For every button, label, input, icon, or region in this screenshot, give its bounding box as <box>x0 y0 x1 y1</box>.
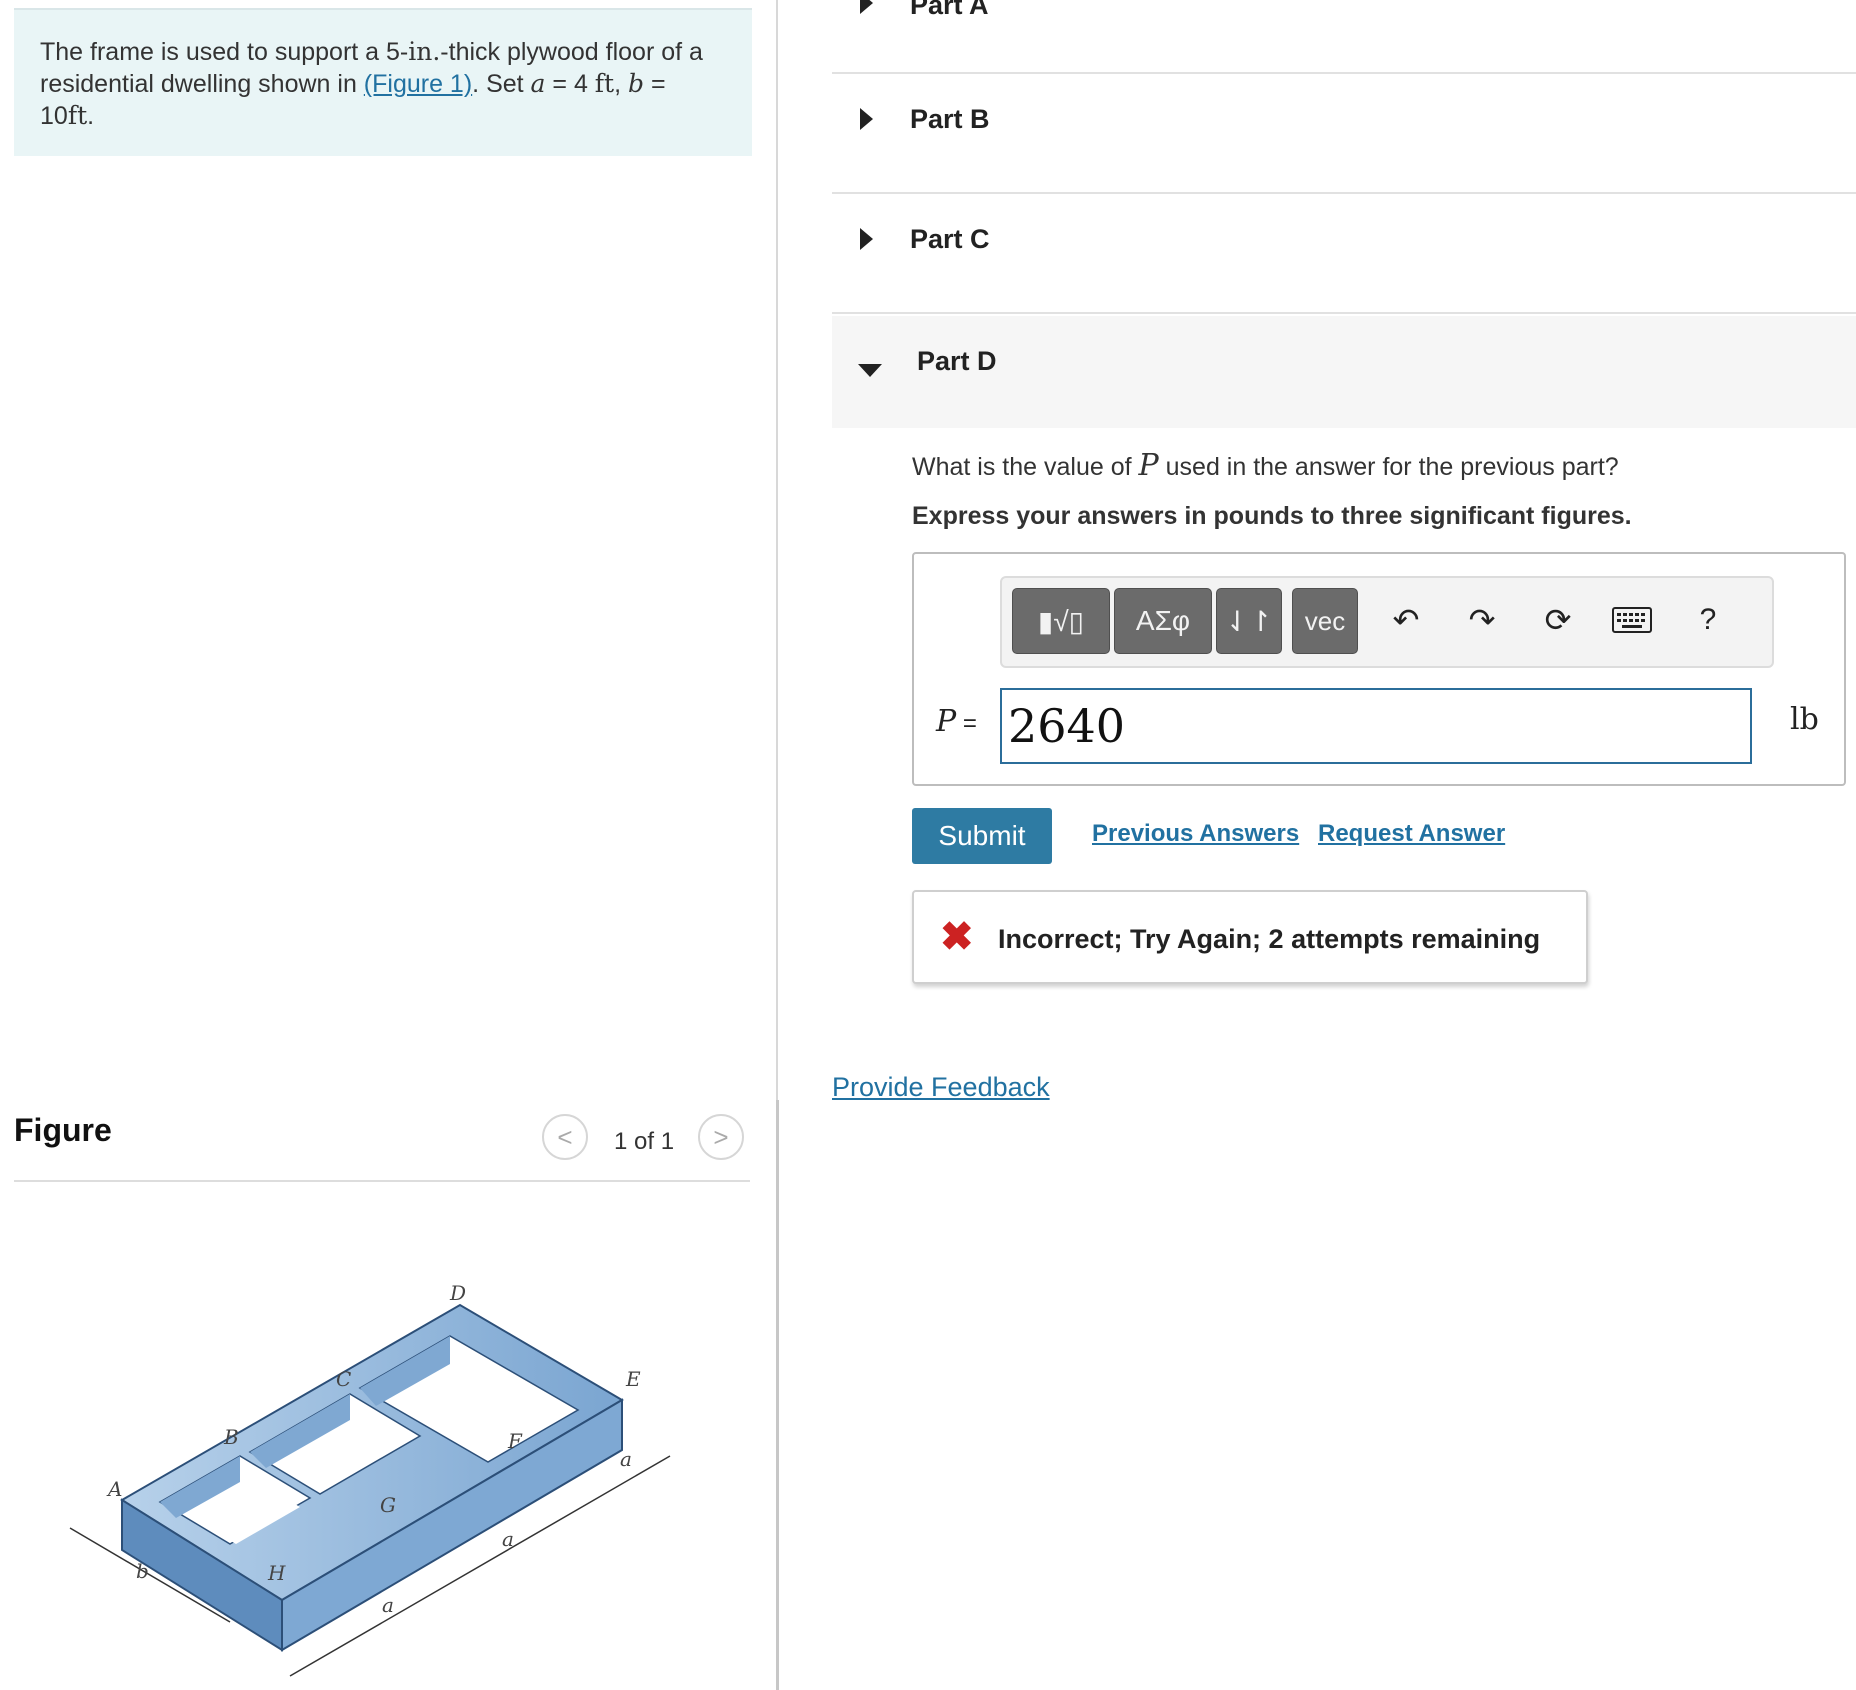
prev-figure-button[interactable]: < <box>542 1114 588 1160</box>
caret-down-icon <box>858 364 882 377</box>
chevron-right-icon: > <box>713 1121 729 1152</box>
vec-button[interactable]: vec <box>1292 588 1358 654</box>
label-dim-a: a <box>502 1527 514 1551</box>
templates-button[interactable]: ▮√▯ <box>1012 588 1110 654</box>
part-b-row[interactable]: Part B <box>832 74 1856 194</box>
panel-divider <box>776 1100 779 1690</box>
reset-icon[interactable]: ⟳ <box>1534 596 1582 644</box>
label-b-point: B <box>223 1425 239 1449</box>
question-part: used in the answer for the previous part… <box>1158 453 1619 481</box>
part-d-row[interactable]: Part D <box>832 316 1856 428</box>
next-figure-button[interactable]: > <box>698 1114 744 1160</box>
part-c-row[interactable]: Part C <box>832 194 1856 314</box>
figure-header: Figure < 1 of 1 > <box>14 1108 750 1182</box>
caret-right-icon <box>860 0 873 14</box>
equals-sign: = <box>956 710 977 737</box>
undo-icon[interactable]: ↶ <box>1382 596 1430 644</box>
part-d-label: Part D <box>917 346 997 376</box>
part-a-label: Part A <box>910 0 989 20</box>
feedback-message: ✖ Incorrect; Try Again; 2 attempts remai… <box>912 890 1588 984</box>
question-text: What is the value of P used in the answe… <box>912 448 1619 483</box>
instruction-text: Express your answers in pounds to three … <box>912 502 1632 530</box>
part-c-label: Part C <box>910 224 990 254</box>
label-a-point: A <box>106 1477 122 1501</box>
error-x-icon: ✖ <box>940 915 974 959</box>
redo-icon[interactable]: ↷ <box>1458 596 1506 644</box>
label-dim-a: a <box>382 1593 394 1617</box>
figure-link[interactable]: (Figure 1) <box>364 70 472 98</box>
var-p: P <box>936 704 957 739</box>
previous-answers-link[interactable]: Previous Answers <box>1092 820 1299 848</box>
part-b-label: Part B <box>910 104 990 134</box>
math-toolbar: ▮√▯ ΑΣφ ⇃↾ vec ↶ ↷ ⟳ ? <box>1000 576 1774 668</box>
problem-text: The frame is used to support a 5- <box>40 38 409 66</box>
problem-text: . <box>87 102 95 130</box>
feedback-text: Incorrect; Try Again; 2 attempts remaini… <box>998 924 1541 954</box>
var-p: P <box>1138 448 1159 483</box>
var-b: b <box>628 69 645 98</box>
submit-button[interactable]: Submit <box>912 808 1052 864</box>
label-f-point: F <box>507 1429 523 1453</box>
right-panel: Part A Part B Part C Part D What is the … <box>832 0 1856 1690</box>
chevron-left-icon: < <box>557 1121 573 1152</box>
caret-right-icon <box>860 108 873 130</box>
panel-divider <box>776 0 778 1100</box>
var-a: a <box>530 69 546 98</box>
label-dim-a: a <box>620 1447 632 1471</box>
part-a-row[interactable]: Part A <box>832 0 1856 74</box>
greek-symbols-button[interactable]: ΑΣφ <box>1114 588 1212 654</box>
request-answer-link[interactable]: Request Answer <box>1318 820 1505 848</box>
keyboard-icon[interactable] <box>1608 596 1656 644</box>
label-c-point: C <box>336 1367 351 1391</box>
unit-ft: ft <box>67 101 88 130</box>
problem-text: = 4 <box>545 70 595 98</box>
help-icon[interactable]: ? <box>1684 596 1732 644</box>
answer-box: ▮√▯ ΑΣφ ⇃↾ vec ↶ ↷ ⟳ ? P = lb <box>912 552 1846 786</box>
unit-in: in. <box>408 37 441 66</box>
label-e-point: E <box>625 1367 641 1391</box>
frame-figure: A B C D E F G H b a a a <box>69 1281 671 1677</box>
label-d-point: D <box>449 1281 466 1305</box>
provide-feedback-link[interactable]: Provide Feedback <box>832 1072 1050 1103</box>
figure-title: Figure <box>14 1112 112 1148</box>
problem-text: , <box>614 70 629 98</box>
arrows-button[interactable]: ⇃↾ <box>1216 588 1282 654</box>
problem-text: . Set <box>472 70 531 98</box>
answer-label: P = <box>936 704 977 739</box>
label-dim-b: b <box>136 1559 149 1583</box>
caret-right-icon <box>860 228 873 250</box>
label-h-point: H <box>267 1561 286 1585</box>
answer-unit: lb <box>1790 702 1819 737</box>
left-panel: The frame is used to support a 5-in.-thi… <box>0 0 778 1690</box>
problem-statement: The frame is used to support a 5-in.-thi… <box>14 8 752 156</box>
unit-ft: ft <box>594 69 615 98</box>
answer-input[interactable] <box>1000 688 1752 764</box>
keyboard-glyph <box>1612 607 1652 633</box>
label-g-point: G <box>380 1493 396 1517</box>
figure-count: 1 of 1 <box>614 1128 675 1155</box>
question-part: What is the value of <box>912 453 1139 481</box>
